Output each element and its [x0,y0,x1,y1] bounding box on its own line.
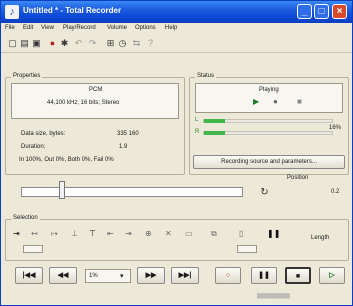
data-size-value: 335 160 [117,131,139,137]
left-channel-label: L [195,117,199,123]
app-window: ♪ Untitled * - Total Recorder _ □ × File… [0,0,353,306]
stop-state-icon: ■ [297,97,302,106]
menu-file[interactable]: File [5,25,15,31]
menu-options[interactable]: Options [135,25,156,31]
play-button[interactable]: ▷ [319,267,345,284]
stop-button[interactable]: ■ [285,267,311,284]
meter-fill [204,131,225,135]
menu-bar: File Edit View Play/Record Volume Option… [1,23,352,35]
toolbar: ▢ ▤ ▣ ● ✱ ↶ ↷ ⊞ ◷ ⇆ ? [1,35,352,53]
settings-icon[interactable]: ✱ [59,38,70,49]
position-slider-track[interactable] [21,187,243,197]
refresh-icon[interactable]: ↻ [259,187,270,198]
left-level-meter [203,119,333,123]
fast-forward-button[interactable]: ▶▶ [137,267,165,284]
meter-fill [204,119,225,123]
meter-percent: 16% [329,125,342,131]
minimize-button[interactable]: _ [297,4,312,19]
window-title: Untitled * - Total Recorder [23,6,122,15]
playback-state: Playing [259,87,279,93]
set-mark-icon[interactable]: ⊥ [71,229,78,238]
data-size-label: Data size, bytes: [21,131,66,137]
copy-selection-icon[interactable]: ⧉ [211,229,217,239]
menu-help[interactable]: Help [165,25,177,31]
right-level-meter [203,131,333,135]
menu-volume[interactable]: Volume [107,25,127,31]
move-left-icon[interactable]: ⇤ [107,229,114,238]
app-icon: ♪ [5,5,19,19]
format-params: 44,100 kHz; 16 bits; Stereo [47,100,120,106]
set-start-icon[interactable]: ⇥ [13,229,20,238]
new-file-icon[interactable]: ▢ [7,38,18,49]
rewind-button[interactable]: ◀◀ [49,267,77,284]
format-type: PCM [89,87,103,93]
help-icon[interactable]: ? [145,38,156,49]
duration-label: Duration: [21,144,46,150]
set-end-icon[interactable]: ⊤ [89,229,96,238]
duration-value: 1.9 [119,144,128,150]
clear-selection-icon[interactable]: ✕ [165,229,172,238]
properties-label: Properties [11,73,43,79]
lock-icon[interactable]: ▯ [239,229,243,238]
go-to-start-button[interactable]: |◀◀ [15,267,43,284]
open-folder-icon[interactable]: ▤ [19,38,30,49]
menu-edit[interactable]: Edit [23,25,33,31]
schedule-icon[interactable]: ◷ [117,38,128,49]
go-to-end-button[interactable]: ▶▶| [171,267,199,284]
pause-button[interactable]: ❚❚ [251,267,277,284]
save-icon[interactable]: ▣ [31,38,42,49]
title-bar[interactable]: ♪ Untitled * - Total Recorder _ □ × [1,1,352,23]
position-value: 0.2 [331,189,340,195]
menu-play-record[interactable]: Play/Record [63,25,96,31]
chevron-down-icon[interactable]: ▾ [120,272,124,280]
record-icon: ○ [225,272,231,279]
record-state-icon: ● [273,97,278,106]
selection-label: Selection [11,215,40,221]
play-state-icon: ▶ [253,97,260,106]
select-left-icon[interactable]: ↤ [31,229,38,238]
move-right-icon[interactable]: ⇥ [125,229,132,238]
speed-value: 1% [89,273,98,279]
length-label: Length [311,235,330,241]
selection-end-field[interactable] [237,245,257,253]
level-stats: In 100%, Out 0%, Both 0%, Fail 0% [19,157,114,163]
position-label: Position [287,175,309,181]
position-slider-thumb[interactable] [59,181,65,199]
pause-marker-icon[interactable]: ❚❚ [267,229,280,238]
selection-start-field[interactable] [23,245,43,253]
redo-icon[interactable]: ↷ [87,38,98,49]
recording-source-button[interactable]: Recording source and parameters... [193,155,345,169]
watermark: ▓▓▓▓▓▓▓▓▓ [257,293,290,299]
select-right-icon[interactable]: ↦ [51,229,58,238]
record-source-icon[interactable]: ● [47,38,58,49]
undo-icon[interactable]: ↶ [73,38,84,49]
selection-group: Selection [5,215,349,261]
play-icon: ▷ [329,272,335,279]
close-button[interactable]: × [332,4,347,19]
menu-view[interactable]: View [41,25,54,31]
maximize-button[interactable]: □ [314,4,329,19]
zoom-icon[interactable]: ⊕ [145,229,152,238]
split-icon[interactable]: ⇆ [131,38,142,49]
right-channel-label: R [195,129,200,135]
record-button[interactable]: ○ [215,267,241,284]
select-all-icon[interactable]: ▭ [185,229,193,238]
status-label: Status [195,73,217,79]
properties-icon[interactable]: ⊞ [105,38,116,49]
